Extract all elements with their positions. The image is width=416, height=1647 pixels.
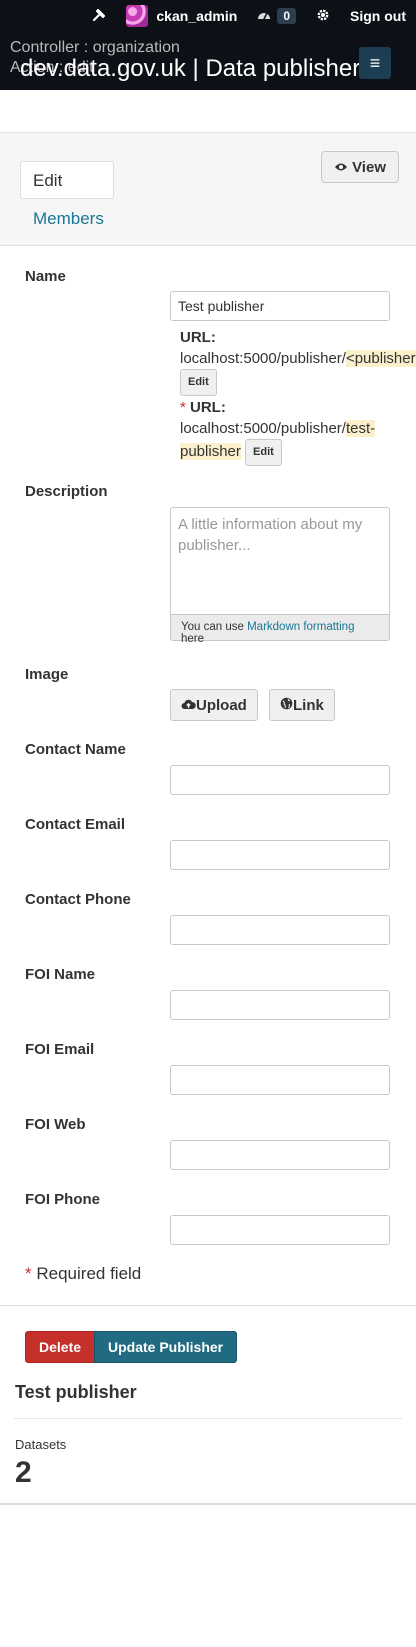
divider [15, 1418, 401, 1419]
settings-link[interactable] [306, 0, 340, 32]
required-field-note: * Required field [25, 1264, 141, 1284]
datasets-count: 2 [15, 1456, 32, 1489]
contact-phone-label: Contact Phone [25, 891, 131, 908]
avatar [126, 5, 149, 27]
markdown-link[interactable]: Markdown formatting [247, 621, 354, 633]
url-key: URL: [190, 399, 226, 416]
link-button[interactable]: Link [269, 689, 335, 721]
new-activity-badge: 0 [277, 8, 296, 24]
username: ckan_admin [156, 8, 238, 24]
url-edit-button[interactable]: Edit [180, 369, 217, 396]
contact-name-label: Contact Name [25, 741, 126, 758]
foi-phone-input[interactable] [170, 1215, 390, 1245]
foi-email-input[interactable] [170, 1065, 390, 1095]
tab-edit[interactable]: Edit [20, 161, 114, 199]
name-label: Name [25, 268, 66, 285]
dashboard-icon [257, 8, 271, 25]
description-label: Description [25, 483, 108, 500]
url-preview-2: * URL: localhost:5000/publisher/test-pub… [180, 397, 376, 466]
url-edit-button[interactable]: Edit [245, 439, 282, 466]
url-key: URL: [180, 329, 216, 346]
foi-phone-label: FOI Phone [25, 1191, 100, 1208]
user-link[interactable]: ckan_admin [116, 0, 247, 32]
foi-name-input[interactable] [170, 990, 390, 1020]
gavel-icon [92, 8, 106, 25]
account-links: ckan_admin 0 Sign out [82, 0, 416, 32]
markdown-prefix: You can use [181, 621, 244, 633]
view-button[interactable]: View [321, 151, 399, 183]
update-publisher-button[interactable]: Update Publisher [94, 1331, 238, 1363]
description-textarea[interactable]: A little information about my publisher.… [170, 507, 390, 615]
markdown-help: You can use Markdown formatting here [170, 615, 390, 645]
form-actions: Delete Update Publisher [0, 1305, 416, 1365]
link-label: Link [293, 696, 324, 714]
account-masthead: ckan_admin 0 Sign out Controller : organ… [0, 0, 416, 90]
tab-members[interactable]: Members [33, 209, 104, 229]
signout-link[interactable]: Sign out [340, 0, 416, 32]
upload-label: Upload [196, 696, 247, 714]
sysadmin-link[interactable] [82, 0, 116, 32]
datasets-label: Datasets [15, 1437, 67, 1452]
contact-email-label: Contact Email [25, 816, 126, 833]
url-preview-1: URL: localhost:5000/publisher/<publisher… [180, 327, 416, 396]
url-prefix: localhost:5000/publisher/ [180, 420, 346, 437]
required-text: Required field [36, 1264, 142, 1283]
cloud-upload-icon [181, 697, 196, 714]
activity-stream-link[interactable]: 0 [247, 0, 306, 32]
gear-icon [316, 8, 330, 25]
contact-phone-input[interactable] [170, 915, 390, 945]
url-prefix: localhost:5000/publisher/ [180, 350, 346, 367]
foi-web-label: FOI Web [25, 1116, 86, 1133]
eye-icon [334, 159, 348, 176]
globe-icon [280, 697, 293, 714]
markdown-suffix: here [181, 633, 205, 645]
name-input[interactable] [170, 291, 390, 321]
publisher-info-title: Test publisher [15, 1382, 137, 1402]
foi-email-label: FOI Email [25, 1041, 95, 1058]
image-label: Image [25, 666, 69, 683]
foi-name-label: FOI Name [25, 966, 96, 983]
upload-button[interactable]: Upload [170, 689, 258, 721]
foi-web-input[interactable] [170, 1140, 390, 1170]
site-title[interactable]: dev.data.gov.uk | Data publisher [20, 55, 360, 83]
menu-toggle-button[interactable]: ≡ [359, 47, 391, 79]
required-star: * [25, 1264, 32, 1283]
required-star: * [180, 399, 186, 416]
page-tabs-panel: Edit Members View [0, 132, 416, 246]
divider [0, 1503, 416, 1505]
contact-email-input[interactable] [170, 840, 390, 870]
signout-label: Sign out [350, 8, 406, 24]
contact-name-input[interactable] [170, 765, 390, 795]
delete-button[interactable]: Delete [25, 1331, 96, 1363]
view-label: View [352, 158, 386, 176]
url-slug: <publisher> [345, 350, 416, 367]
menu-icon: ≡ [369, 52, 381, 73]
